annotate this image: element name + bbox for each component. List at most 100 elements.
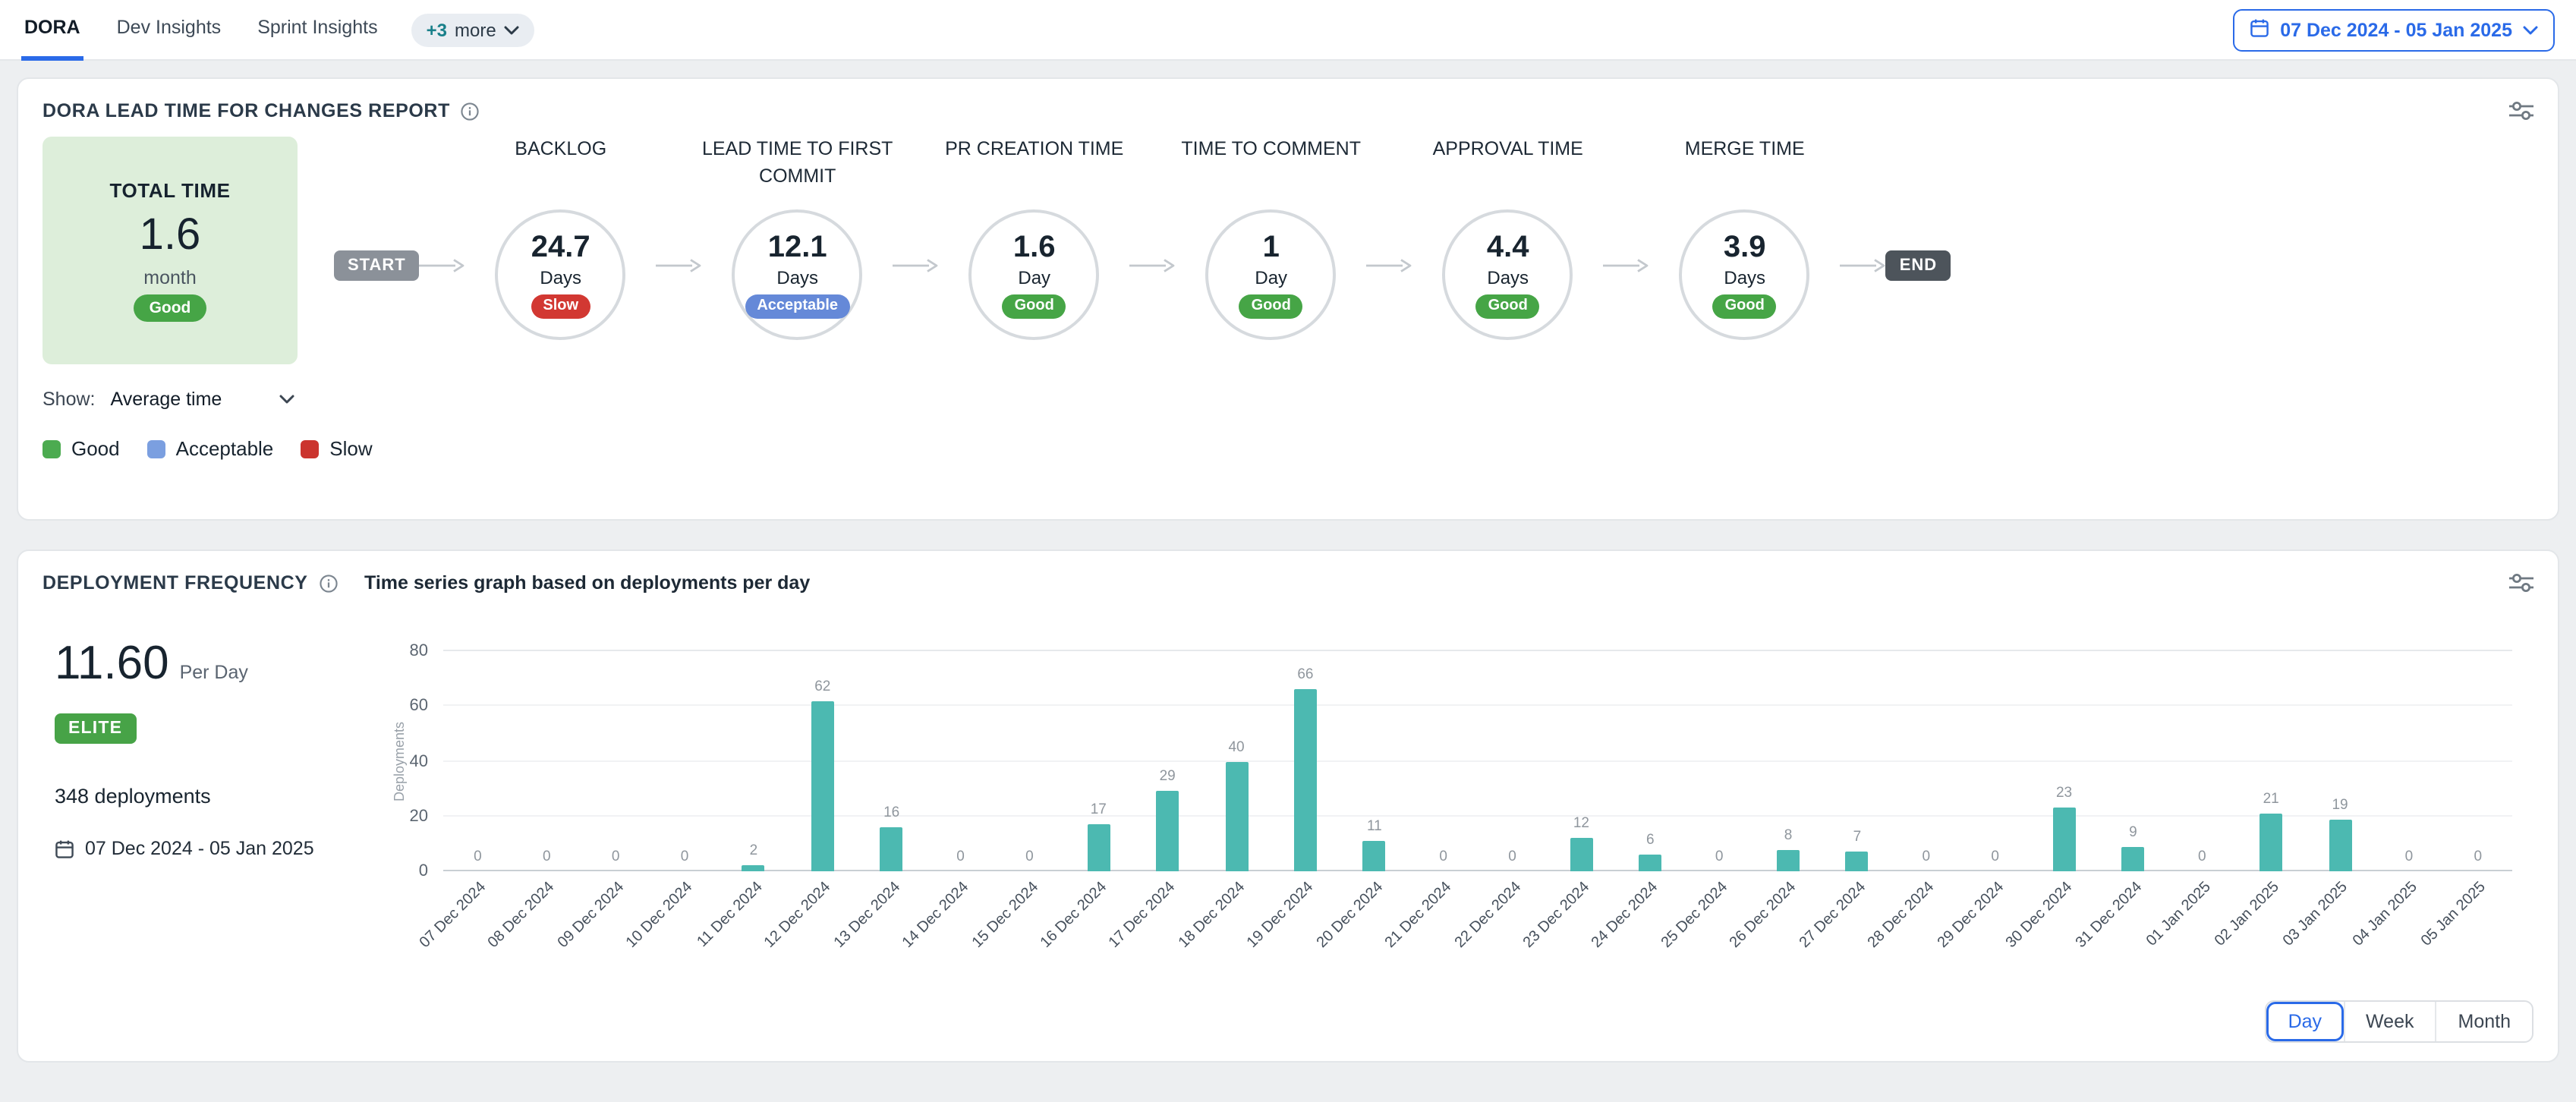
stage-value: 3.9 — [1724, 231, 1766, 266]
bar — [811, 701, 834, 871]
stage-unit: Days — [540, 267, 581, 288]
bar — [1846, 852, 1869, 871]
legend: GoodAcceptableSlow — [43, 437, 2533, 460]
bar-value-label: 0 — [543, 849, 551, 865]
bar-slot: 40 — [1202, 651, 1271, 871]
stage-unit: Days — [1724, 267, 1765, 288]
bar-value-label: 0 — [956, 849, 965, 865]
tab-sprint-insights[interactable]: Sprint Insights — [254, 0, 380, 60]
bar-slot: 0 — [1478, 651, 1547, 871]
flow-start-pill: START — [334, 250, 420, 281]
bar-value-label: 0 — [2198, 849, 2206, 865]
bar-value-label: 0 — [1439, 849, 1447, 865]
sliders-icon[interactable] — [2509, 572, 2533, 594]
bar-slot: 0 — [443, 651, 512, 871]
tab-dev-insights[interactable]: Dev Insights — [114, 0, 225, 60]
flow-stage: TIME TO COMMENT1DayGood — [1176, 137, 1367, 340]
bar-slot: 0 — [2443, 651, 2512, 871]
stage-badge: Good — [1003, 294, 1066, 319]
bar — [2329, 819, 2351, 871]
bar-slot: 0 — [926, 651, 995, 871]
bar-slot: 62 — [788, 651, 857, 871]
bar-slot: 0 — [512, 651, 581, 871]
stage-badge: Good — [1713, 294, 1777, 319]
legend-swatch — [301, 439, 319, 458]
bar — [1363, 841, 1386, 871]
flow-stage: APPROVAL TIME4.4DaysGood — [1412, 137, 1604, 340]
bar-value-label: 9 — [2129, 823, 2137, 840]
granularity-day[interactable]: Day — [2267, 1002, 2343, 1041]
bar — [880, 827, 903, 871]
x-tick-label: 07 Dec 2024 — [417, 879, 490, 952]
calendar-icon — [55, 839, 74, 858]
bar-value-label: 40 — [1228, 738, 1244, 755]
chevron-down-icon — [279, 395, 294, 404]
date-range-label: 07 Dec 2024 - 05 Jan 2025 — [2280, 19, 2512, 40]
flow-arrow-icon — [1367, 258, 1412, 273]
stage-value: 1 — [1263, 231, 1280, 266]
bar-slot: 0 — [1891, 651, 1960, 871]
bar-slot: 21 — [2237, 651, 2306, 871]
legend-item-acceptable: Acceptable — [147, 437, 274, 460]
stage-circle: 3.9Days Good — [1680, 209, 1810, 340]
bar-slot: 23 — [2030, 651, 2099, 871]
flow-arrow-icon — [1130, 258, 1176, 273]
stage-value: 12.1 — [768, 231, 827, 266]
deployment-date-range: 07 Dec 2024 - 05 Jan 2025 — [55, 838, 364, 859]
stage-label: PR CREATION TIME — [939, 137, 1130, 200]
y-tick-label: 60 — [410, 697, 429, 716]
bar-slot: 29 — [1133, 651, 1202, 871]
total-time-panel: TOTAL TIME 1.6 month Good — [43, 137, 298, 364]
bar-slot: 0 — [995, 651, 1064, 871]
granularity-week[interactable]: Week — [2343, 1002, 2435, 1041]
bar-value-label: 6 — [1646, 832, 1655, 849]
bar-value-label: 7 — [1853, 830, 1862, 846]
date-range-picker[interactable]: 07 Dec 2024 - 05 Jan 2025 — [2233, 8, 2555, 51]
bar — [2053, 808, 2076, 871]
total-time-label: TOTAL TIME — [109, 178, 230, 201]
sliders-icon[interactable] — [2509, 100, 2533, 121]
legend-item-good: Good — [43, 437, 120, 460]
stage-circle: 4.4DaysGood — [1443, 209, 1573, 340]
show-label: Show: — [43, 389, 96, 410]
bar-slot: 8 — [1754, 651, 1823, 871]
flow-end-pill: END — [1886, 250, 1951, 281]
stage-badge: Slow — [531, 294, 590, 319]
dora-dashboard: DORADev InsightsSprint Insights+3more 07… — [0, 0, 2576, 1102]
show-selector[interactable]: Show: Average time — [43, 389, 294, 410]
bar-slot: 7 — [1823, 651, 1892, 871]
show-selected-value: Average time — [111, 389, 222, 410]
granularity-month[interactable]: Month — [2436, 1002, 2533, 1041]
flow-arrow-icon — [420, 258, 465, 273]
stage-badge: Good — [1476, 294, 1540, 319]
bar-slot: 19 — [2306, 651, 2375, 871]
bar-value-label: 29 — [1160, 769, 1176, 786]
bar — [1225, 761, 1248, 871]
bar-value-label: 0 — [1715, 849, 1724, 865]
more-tabs-count: +3 — [427, 19, 447, 40]
plot-area: 0204060800000262160017294066110012608700… — [443, 651, 2512, 871]
stage-label: LEAD TIME TO FIRST COMMIT — [702, 137, 893, 200]
stage-badge: Good — [1239, 294, 1303, 319]
stage-unit: Days — [776, 267, 818, 288]
x-axis-labels: 07 Dec 202408 Dec 202409 Dec 202410 Dec … — [443, 871, 2512, 987]
more-tabs-chip[interactable]: +3more — [411, 13, 534, 46]
bar-slot: 0 — [581, 651, 650, 871]
bar — [1087, 824, 1110, 871]
bar — [1777, 849, 1800, 871]
bar — [1639, 855, 1661, 871]
bar — [1294, 690, 1317, 871]
tab-dora[interactable]: DORA — [21, 0, 83, 60]
info-icon[interactable] — [319, 573, 339, 593]
total-time-value: 1.6 — [140, 210, 201, 260]
info-icon[interactable] — [461, 101, 480, 121]
bar — [2121, 846, 2144, 871]
stage-value: 4.4 — [1487, 231, 1529, 266]
bar-slot: 0 — [1685, 651, 1754, 871]
bar-slot: 0 — [2375, 651, 2444, 871]
lead-time-card-title: DORA LEAD TIME FOR CHANGES REPORT — [43, 100, 450, 121]
total-time-badge: Good — [134, 294, 206, 322]
stage-circle: 12.1DaysAcceptable — [732, 209, 863, 340]
bar — [2260, 814, 2282, 871]
bars-row: 0000262160017294066110012608700239021190… — [443, 651, 2512, 871]
